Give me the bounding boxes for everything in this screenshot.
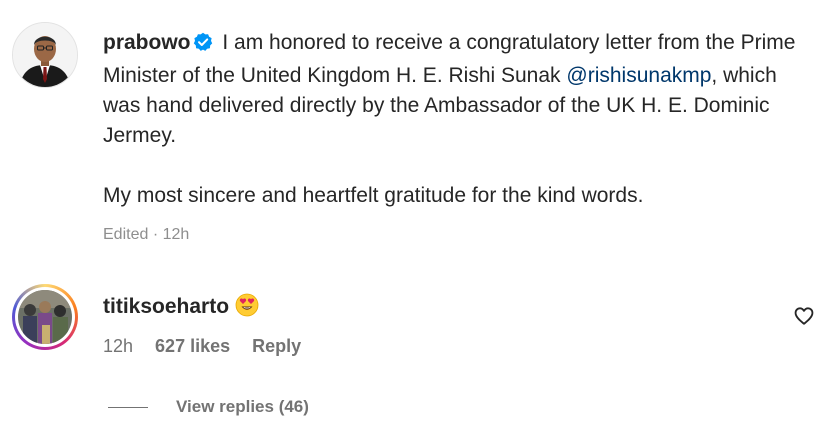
caption-author-avatar[interactable] [12, 22, 78, 88]
view-replies-button[interactable]: View replies (46) [108, 397, 309, 417]
caption-meta: Edited · 12h [103, 226, 189, 244]
caption-username[interactable]: prabowo [103, 31, 191, 54]
comment-meta: 12h 627 likes Reply [103, 336, 301, 357]
verified-badge-icon [193, 31, 213, 61]
comment-author-avatar[interactable] [12, 284, 78, 350]
comment-likes-count[interactable]: 627 likes [155, 336, 230, 357]
comment-text: titiksoeharto [103, 292, 259, 326]
caption-paragraph-2: My most sincere and heartfelt gratitude … [103, 184, 644, 207]
mention-link[interactable]: @rishisunakmp [566, 64, 711, 87]
reply-button[interactable]: Reply [252, 336, 301, 357]
like-comment-button[interactable] [793, 305, 815, 327]
meta-separator: · [152, 226, 159, 243]
caption-text: prabowo I am honored to receive a congra… [103, 28, 803, 211]
edited-label: Edited [103, 226, 149, 243]
caption-timestamp[interactable]: 12h [163, 226, 190, 243]
view-replies-label: View replies (46) [176, 397, 309, 416]
heart-eyes-emoji-icon [235, 293, 259, 326]
comment-timestamp[interactable]: 12h [103, 336, 133, 357]
heart-outline-icon [794, 307, 814, 325]
post-comments-panel: prabowo I am honored to receive a congra… [0, 0, 831, 448]
avatar-portrait-image [13, 23, 77, 87]
comment-username[interactable]: titiksoeharto [103, 295, 229, 318]
avatar-crowd-image [18, 290, 72, 344]
replies-divider-line [108, 406, 148, 408]
avatar-ring-gap [15, 287, 75, 347]
